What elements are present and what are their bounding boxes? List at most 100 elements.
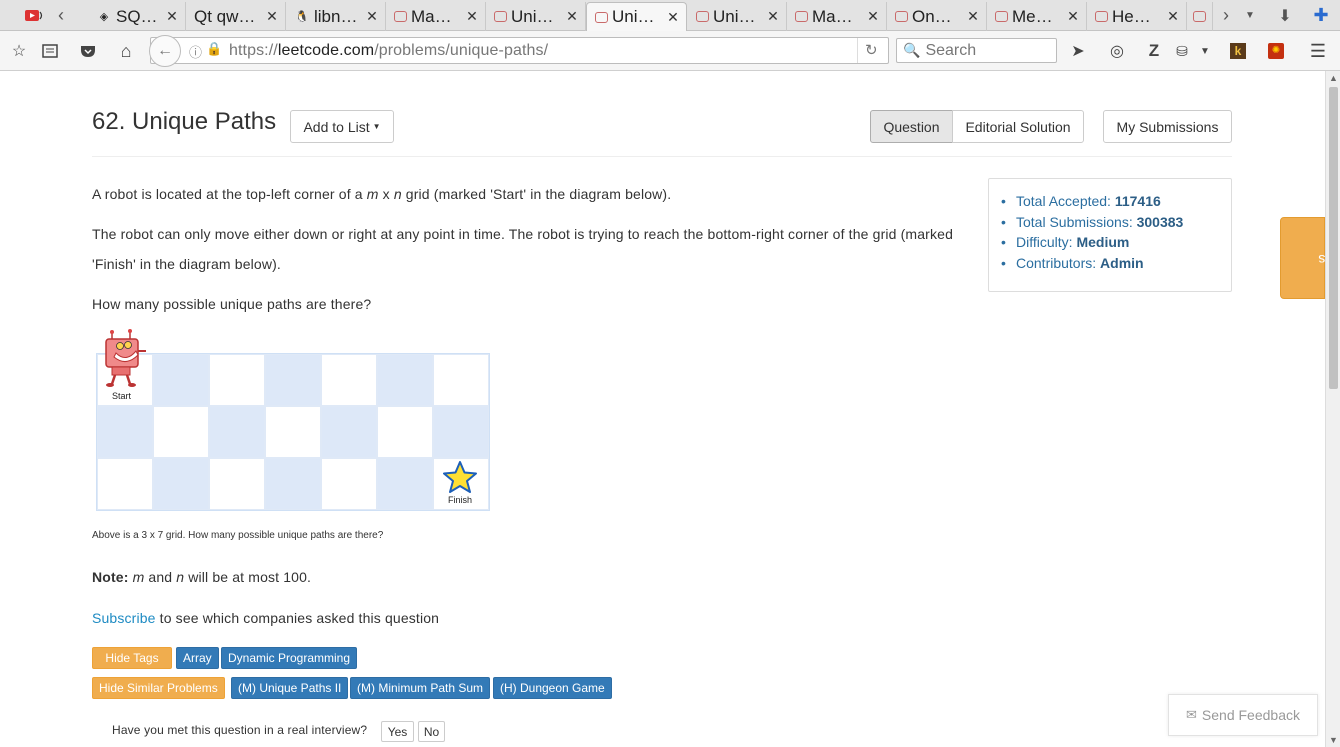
- description-paragraph-2-line-2: 'Finish' in the diagram below).: [92, 256, 281, 272]
- total-submissions: Total Submissions: 300383: [1001, 214, 1183, 235]
- url-text[interactable]: https://leetcode.com/problems/unique-pat…: [229, 42, 548, 60]
- reload-icon[interactable]: ↻: [865, 41, 878, 59]
- grid-cell: [321, 458, 377, 510]
- difficulty: Difficulty: Medium: [1001, 234, 1183, 255]
- hamburger-menu-icon[interactable]: ☰: [1306, 39, 1330, 63]
- grid-cell: [153, 458, 209, 510]
- download-icon[interactable]: ⬇: [1274, 0, 1296, 31]
- grid-diagram: Start Finish: [96, 329, 490, 511]
- start-label: Start: [112, 391, 132, 401]
- url-bar[interactable]: ← ⓘ 🔒 https://leetcode.com/problems/uniq…: [149, 35, 889, 67]
- scroll-tabs-right-icon[interactable]: ›: [1216, 0, 1236, 31]
- no-button[interactable]: No: [418, 721, 445, 742]
- pocket-icon[interactable]: [76, 39, 100, 63]
- extension-icon[interactable]: ⛁: [1170, 39, 1194, 63]
- tag-array[interactable]: Array: [176, 647, 219, 669]
- search-icon: 🔍: [903, 42, 921, 58]
- close-tab-icon[interactable]: ✕: [165, 8, 179, 25]
- list-all-tabs-icon[interactable]: ▼: [1240, 0, 1260, 31]
- scroll-up-icon[interactable]: ▲: [1329, 73, 1338, 83]
- tab-question[interactable]: Question: [870, 110, 953, 143]
- close-tab-icon[interactable]: ✕: [666, 9, 680, 26]
- note-paragraph: Note: m and n will be at most 100.: [92, 569, 312, 585]
- scroll-tabs-left-icon[interactable]: ‹: [50, 0, 72, 31]
- close-tab-icon[interactable]: ✕: [365, 8, 379, 25]
- tab-libn[interactable]: 🐧 libn… ✕: [286, 2, 386, 31]
- bookmark-star-icon[interactable]: ☆: [7, 39, 31, 63]
- description-paragraph-1: A robot is located at the top-left corne…: [92, 186, 672, 202]
- grid-cell: [97, 458, 153, 510]
- scroll-down-icon[interactable]: ▼: [1329, 735, 1338, 745]
- tab-leetcode[interactable]: Ma… ✕: [787, 2, 887, 31]
- insecure-lock-icon[interactable]: 🔒: [206, 41, 222, 57]
- close-tab-icon[interactable]: ✕: [565, 8, 579, 25]
- grid-cell: [321, 354, 377, 406]
- home-icon[interactable]: ⌂: [114, 39, 138, 63]
- similar-dungeon-game[interactable]: (H) Dungeon Game: [493, 677, 612, 699]
- leetcode-icon: [1193, 11, 1206, 22]
- robot-icon: [105, 329, 146, 387]
- subscribe-link[interactable]: Subscribe: [92, 610, 156, 626]
- linux-icon: 🐧: [295, 11, 309, 23]
- globe-icon[interactable]: ◎: [1105, 39, 1129, 63]
- tab-leetcode-active[interactable]: Uni… ✕: [586, 2, 687, 31]
- k-extension-icon[interactable]: k: [1226, 39, 1250, 63]
- close-tab-icon[interactable]: ✕: [265, 8, 279, 25]
- close-tab-icon[interactable]: ✕: [966, 8, 980, 25]
- close-tab-icon[interactable]: ✕: [465, 8, 479, 25]
- send-feedback-button[interactable]: ✉ Send Feedback: [1168, 694, 1318, 736]
- grid-cell: [377, 406, 433, 458]
- add-to-list-button[interactable]: Add to List ▼: [290, 110, 394, 143]
- audio-playing-icon[interactable]: [22, 0, 48, 31]
- similar-minimum-path-sum[interactable]: (M) Minimum Path Sum: [350, 677, 491, 699]
- envelope-icon: ✉: [1186, 707, 1197, 722]
- star-icon: [443, 461, 477, 493]
- grid-cell: [209, 458, 265, 510]
- leetcode-icon: [394, 11, 407, 22]
- info-icon[interactable]: ⓘ: [189, 42, 202, 61]
- sql-icon: ◈: [99, 11, 109, 23]
- scrollbar-thumb[interactable]: [1329, 87, 1338, 389]
- description-paragraph-2-line-1: The robot can only move either down or r…: [92, 226, 954, 242]
- interview-question: Have you met this question in a real int…: [112, 723, 368, 737]
- tab-leetcode[interactable]: Ma… ✕: [386, 2, 486, 31]
- similar-unique-paths-ii[interactable]: (M) Unique Paths II: [231, 677, 349, 699]
- stats-panel: Total Accepted: 117416 Total Submissions…: [988, 178, 1232, 292]
- hide-tags-button[interactable]: Hide Tags: [92, 647, 172, 669]
- grid-cell: [209, 354, 265, 406]
- tab-bar: ‹ ◈ SQ… ✕ Qt qw… ✕ 🐧 libn… ✕ Ma… ✕ Uni… …: [0, 0, 1340, 31]
- close-tab-icon[interactable]: ✕: [766, 8, 780, 25]
- search-input[interactable]: 🔍 Search: [896, 38, 1057, 63]
- dropdown-arrow-icon[interactable]: ▼: [1193, 39, 1217, 63]
- tag-dynamic-programming[interactable]: Dynamic Programming: [221, 647, 358, 669]
- back-arrow-icon[interactable]: ←: [149, 35, 181, 67]
- page-content: 62. Unique Paths Add to List ▼ Question …: [0, 71, 1340, 747]
- close-tab-icon[interactable]: ✕: [866, 8, 880, 25]
- tab-leetcode-partial[interactable]: [1187, 2, 1213, 31]
- tab-sql[interactable]: ◈ SQ… ✕: [88, 2, 186, 31]
- tab-editorial-solution[interactable]: Editorial Solution: [952, 110, 1084, 143]
- yes-button[interactable]: Yes: [381, 721, 414, 742]
- tab-leetcode[interactable]: Uni… ✕: [688, 2, 787, 31]
- contributors: Contributors: Admin: [1001, 255, 1183, 276]
- hide-similar-problems-button[interactable]: Hide Similar Problems: [92, 677, 225, 699]
- my-submissions-button[interactable]: My Submissions: [1103, 110, 1232, 143]
- notes-tab[interactable]: ▢ Notes: [1280, 217, 1340, 299]
- close-tab-icon[interactable]: ✕: [1166, 8, 1180, 25]
- new-tab-icon[interactable]: ✚: [1310, 0, 1332, 31]
- grid-cell: [321, 406, 377, 458]
- leetcode-icon: [895, 11, 908, 22]
- tab-leetcode[interactable]: Me… ✕: [987, 2, 1087, 31]
- total-accepted: Total Accepted: 117416: [1001, 193, 1183, 214]
- reader-view-icon[interactable]: [38, 39, 62, 63]
- zotero-icon[interactable]: Z: [1142, 39, 1166, 63]
- page-scrollbar[interactable]: ▲ ▼: [1325, 71, 1340, 747]
- url-divider: [857, 38, 858, 63]
- send-icon[interactable]: ➤: [1066, 39, 1090, 63]
- addon-icon[interactable]: ✺: [1264, 39, 1288, 63]
- tab-leetcode[interactable]: He… ✕: [1087, 2, 1187, 31]
- close-tab-icon[interactable]: ✕: [1066, 8, 1080, 25]
- tab-qt[interactable]: Qt qw… ✕: [186, 2, 286, 31]
- tab-leetcode[interactable]: On… ✕: [887, 2, 987, 31]
- tab-leetcode[interactable]: Uni… ✕: [486, 2, 586, 31]
